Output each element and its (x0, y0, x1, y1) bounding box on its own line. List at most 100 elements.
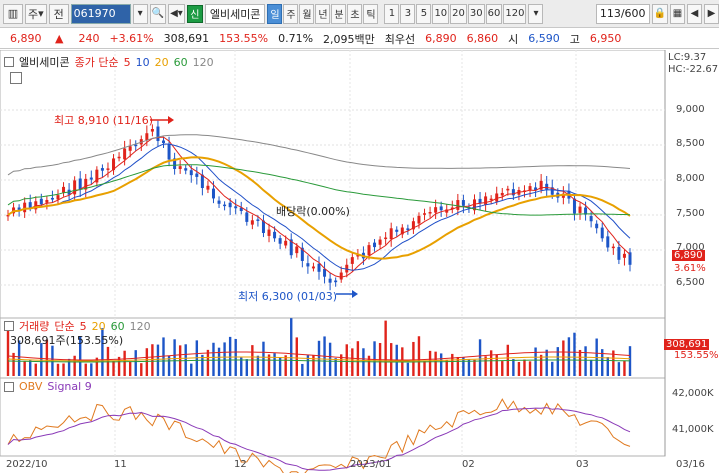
volume-bar (301, 363, 304, 376)
vma20-label: 20 (91, 319, 106, 333)
candle-body (245, 212, 249, 222)
volume-bar (84, 363, 87, 376)
sound-icon[interactable]: ◀▾ (168, 3, 185, 24)
data-count[interactable]: 113/600 (595, 3, 650, 24)
price-change: 240 (78, 32, 100, 45)
ma60-label: 60 (173, 55, 188, 69)
volume-bar (56, 363, 60, 376)
candle-body (622, 253, 626, 258)
dividend-annotation: 배당락(0.00%) (276, 205, 350, 218)
grid-icon[interactable]: ▦ (670, 3, 685, 24)
trade-amount: 2,095백만 (323, 32, 375, 46)
volume-bar (478, 339, 482, 376)
period-tab[interactable]: 년 (315, 3, 331, 24)
volume-bar (262, 341, 265, 376)
legend-checkbox-icon[interactable] (4, 381, 14, 392)
y-tick: 6,500 (676, 277, 705, 288)
obv-title: OBV (19, 380, 43, 393)
table-icon[interactable] (10, 72, 22, 84)
volume-bar (428, 350, 432, 376)
candle-body (39, 198, 43, 205)
interval-button[interactable]: 10 (432, 3, 450, 24)
interval-button[interactable]: 3 (400, 3, 416, 24)
candle-body (284, 240, 288, 246)
volume-bar (467, 359, 471, 376)
left-scroll-icon[interactable]: ◀ (687, 3, 702, 24)
candle-body (373, 242, 377, 248)
code-dropdown-icon[interactable]: ▾ (132, 3, 148, 24)
volume-bar (245, 359, 249, 376)
candle-body (617, 247, 621, 260)
interval-button[interactable]: 60 (485, 3, 503, 24)
high-price: 6,950 (589, 32, 622, 45)
volume-bar (528, 361, 532, 376)
candle-body (395, 229, 399, 232)
period-tab[interactable]: 일 (267, 3, 283, 24)
candle-body (206, 185, 210, 190)
right-scroll-icon[interactable]: ▶ (704, 3, 719, 24)
obv-line (7, 398, 631, 473)
ask-price: 6,890 (425, 32, 457, 45)
prev-button[interactable]: 전 (48, 3, 69, 24)
candle-body (134, 144, 138, 147)
y-tick: 9,000 (676, 104, 705, 115)
x-tick: 03 (576, 459, 589, 470)
x-tick: 03/16 (676, 459, 705, 470)
candle-body (456, 200, 460, 210)
period-tab[interactable]: 주 (283, 3, 299, 24)
turnover-pct: 0.71% (278, 32, 314, 45)
volume-bar (517, 362, 521, 376)
period-tab[interactable]: 월 (299, 3, 315, 24)
interval-button[interactable]: 20 (450, 3, 467, 24)
lock-icon[interactable]: 🔒 (651, 3, 668, 24)
stock-code-input[interactable]: 061970 (70, 3, 131, 24)
search-icon[interactable]: 🔍 (149, 3, 167, 24)
period-tab[interactable]: 초 (347, 3, 363, 24)
chart-settings-icon[interactable]: ▥ (3, 3, 23, 24)
candle-body (250, 220, 254, 225)
x-tick: 2023/01 (350, 459, 392, 470)
candle-body (150, 128, 154, 132)
obv-y-tick: 41,000K (672, 424, 714, 435)
volume-bar (523, 359, 526, 376)
volume-bar (417, 336, 421, 376)
period-tabs: 일주월년분초틱 (267, 3, 379, 24)
volume-bar (151, 344, 154, 376)
obv-legend: OBV Signal 9 (4, 380, 92, 393)
legend-checkbox-icon[interactable] (4, 321, 14, 331)
volume-last-pct: 153.55% (674, 350, 719, 361)
candle-body (45, 199, 49, 203)
volume-bar (589, 359, 593, 376)
low-annotation: 최저 6,300 (01/03) (238, 290, 338, 303)
menu-button[interactable]: 주 ▾ (25, 3, 47, 24)
interval-dropdown-icon[interactable]: ▾ (528, 3, 544, 24)
volume-bar (434, 351, 437, 376)
volume-bar (29, 360, 32, 376)
volume-bar (551, 361, 554, 376)
interval-button[interactable]: 30 (467, 3, 485, 24)
candle-body (589, 216, 593, 222)
period-tab[interactable]: 틱 (363, 3, 379, 24)
volume-bar (623, 360, 626, 376)
legend-checkbox-icon[interactable] (4, 57, 14, 67)
volume-bar (562, 340, 565, 376)
volume-bar (295, 337, 298, 376)
interval-button[interactable]: 120 (503, 3, 527, 24)
quote-bar: 6,890 ▲ 240 +3.61% 308,691 153.55% 0.71%… (0, 29, 719, 49)
candle-body (184, 168, 188, 171)
candle-body (423, 213, 427, 215)
volume-bar (412, 341, 415, 376)
interval-button[interactable]: 1 (384, 3, 400, 24)
vma120-label: 120 (129, 319, 151, 333)
candle-body (489, 198, 493, 201)
candle-body (317, 263, 321, 272)
interval-button[interactable]: 5 (416, 3, 432, 24)
candle-body (350, 257, 354, 264)
volume-bar (206, 349, 210, 376)
candle-body (606, 236, 610, 248)
chart-area[interactable]: 엘비세미콘 종가 단순 5 10 20 60 120 LC:9.37 HC:-2… (0, 49, 719, 473)
period-tab[interactable]: 분 (331, 3, 347, 24)
candle-body (334, 280, 338, 283)
x-tick: 2022/10 (6, 459, 48, 470)
candle-body (406, 228, 410, 231)
